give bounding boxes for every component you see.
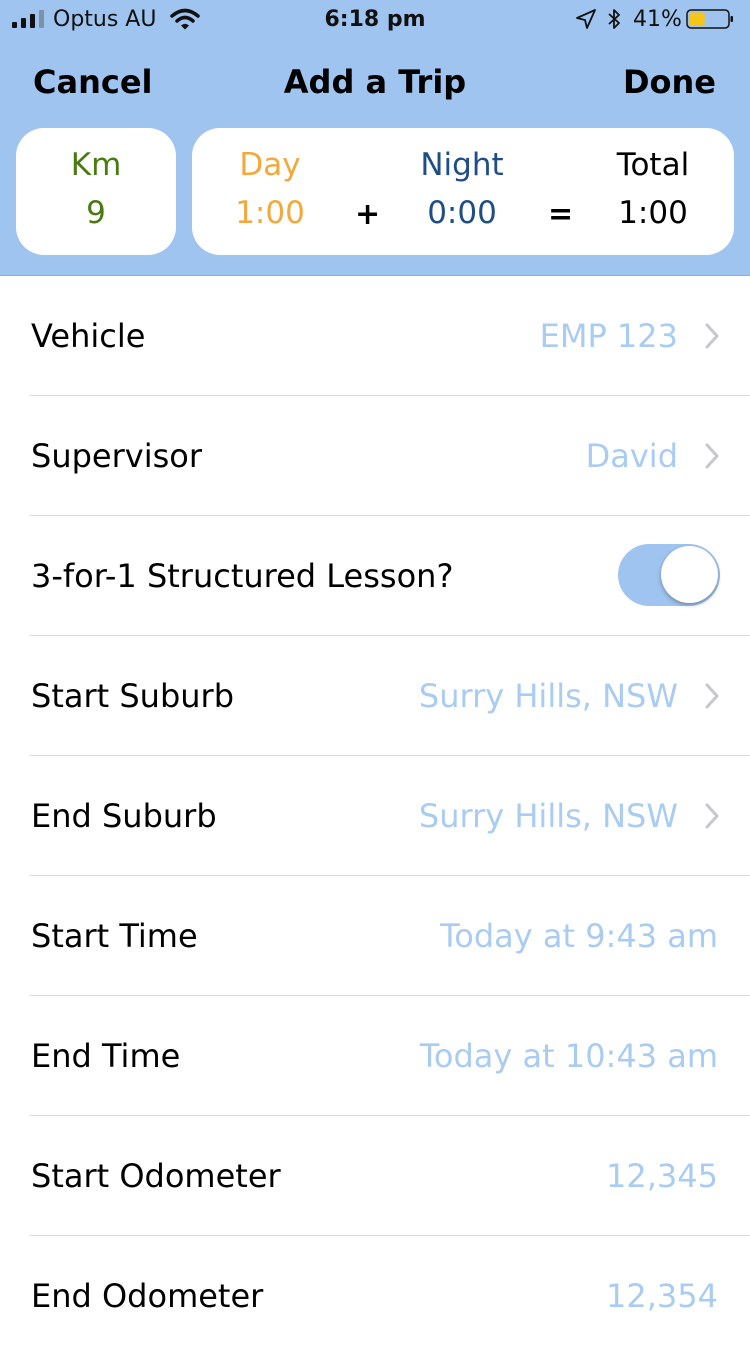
chevron-right-icon <box>705 803 719 829</box>
end-odometer-value: 12,354 <box>606 1277 718 1315</box>
status-bar: Optus AU 6:18 pm 41% <box>0 0 750 40</box>
end-time-label: End Time <box>31 1037 181 1075</box>
night-label: Night <box>420 147 504 183</box>
night-value: 0:00 <box>427 195 497 231</box>
plus-sign: + <box>355 197 381 232</box>
start-suburb-label: Start Suburb <box>31 677 234 715</box>
toggle-knob <box>661 546 718 603</box>
vehicle-value: EMP 123 <box>539 317 678 355</box>
structured-lesson-toggle[interactable] <box>618 544 720 606</box>
day-label: Day <box>239 147 301 183</box>
location-arrow-icon <box>576 9 596 29</box>
km-card: Km 9 <box>16 128 176 255</box>
supervisor-value: David <box>585 437 678 475</box>
chevron-right-icon <box>705 323 719 349</box>
supervisor-row[interactable]: Supervisor David <box>0 396 750 516</box>
trip-form-list: Vehicle EMP 123 Supervisor David 3-for-1… <box>0 276 750 1356</box>
equals-sign: = <box>548 197 574 232</box>
end-time-row[interactable]: End Time Today at 10:43 am <box>0 996 750 1116</box>
end-suburb-value: Surry Hills, NSW <box>418 797 678 835</box>
end-time-value: Today at 10:43 am <box>419 1037 718 1075</box>
end-odometer-label: End Odometer <box>31 1277 264 1315</box>
start-time-row[interactable]: Start Time Today at 9:43 am <box>0 876 750 996</box>
km-value: 9 <box>86 195 106 231</box>
battery-icon <box>686 9 733 29</box>
total-value: 1:00 <box>618 195 688 231</box>
battery-percent: 41% <box>633 7 682 32</box>
start-odometer-label: Start Odometer <box>31 1157 281 1195</box>
supervisor-label: Supervisor <box>31 437 202 475</box>
chevron-right-icon <box>705 683 719 709</box>
bluetooth-icon <box>608 9 620 29</box>
start-odometer-row[interactable]: Start Odometer 12,345 <box>0 1116 750 1236</box>
total-label: Total <box>616 147 690 183</box>
time-summary-card: Day 1:00 + Night 0:00 = Total 1:00 <box>192 128 734 255</box>
start-suburb-value: Surry Hills, NSW <box>418 677 678 715</box>
header: Optus AU 6:18 pm 41% Cancel Add a Trip D… <box>0 0 750 276</box>
day-value: 1:00 <box>235 195 305 231</box>
structured-lesson-label: 3-for-1 Structured Lesson? <box>31 557 454 595</box>
chevron-right-icon <box>705 443 719 469</box>
start-suburb-row[interactable]: Start Suburb Surry Hills, NSW <box>0 636 750 756</box>
end-suburb-label: End Suburb <box>31 797 217 835</box>
start-time-value: Today at 9:43 am <box>440 917 718 955</box>
start-odometer-value: 12,345 <box>606 1157 718 1195</box>
vehicle-row[interactable]: Vehicle EMP 123 <box>0 276 750 396</box>
end-odometer-row[interactable]: End Odometer 12,354 <box>0 1236 750 1356</box>
done-button[interactable]: Done <box>623 63 716 101</box>
vehicle-label: Vehicle <box>31 317 146 355</box>
end-suburb-row[interactable]: End Suburb Surry Hills, NSW <box>0 756 750 876</box>
start-time-label: Start Time <box>31 917 198 955</box>
structured-lesson-row: 3-for-1 Structured Lesson? <box>0 516 750 636</box>
km-label: Km <box>70 147 122 183</box>
